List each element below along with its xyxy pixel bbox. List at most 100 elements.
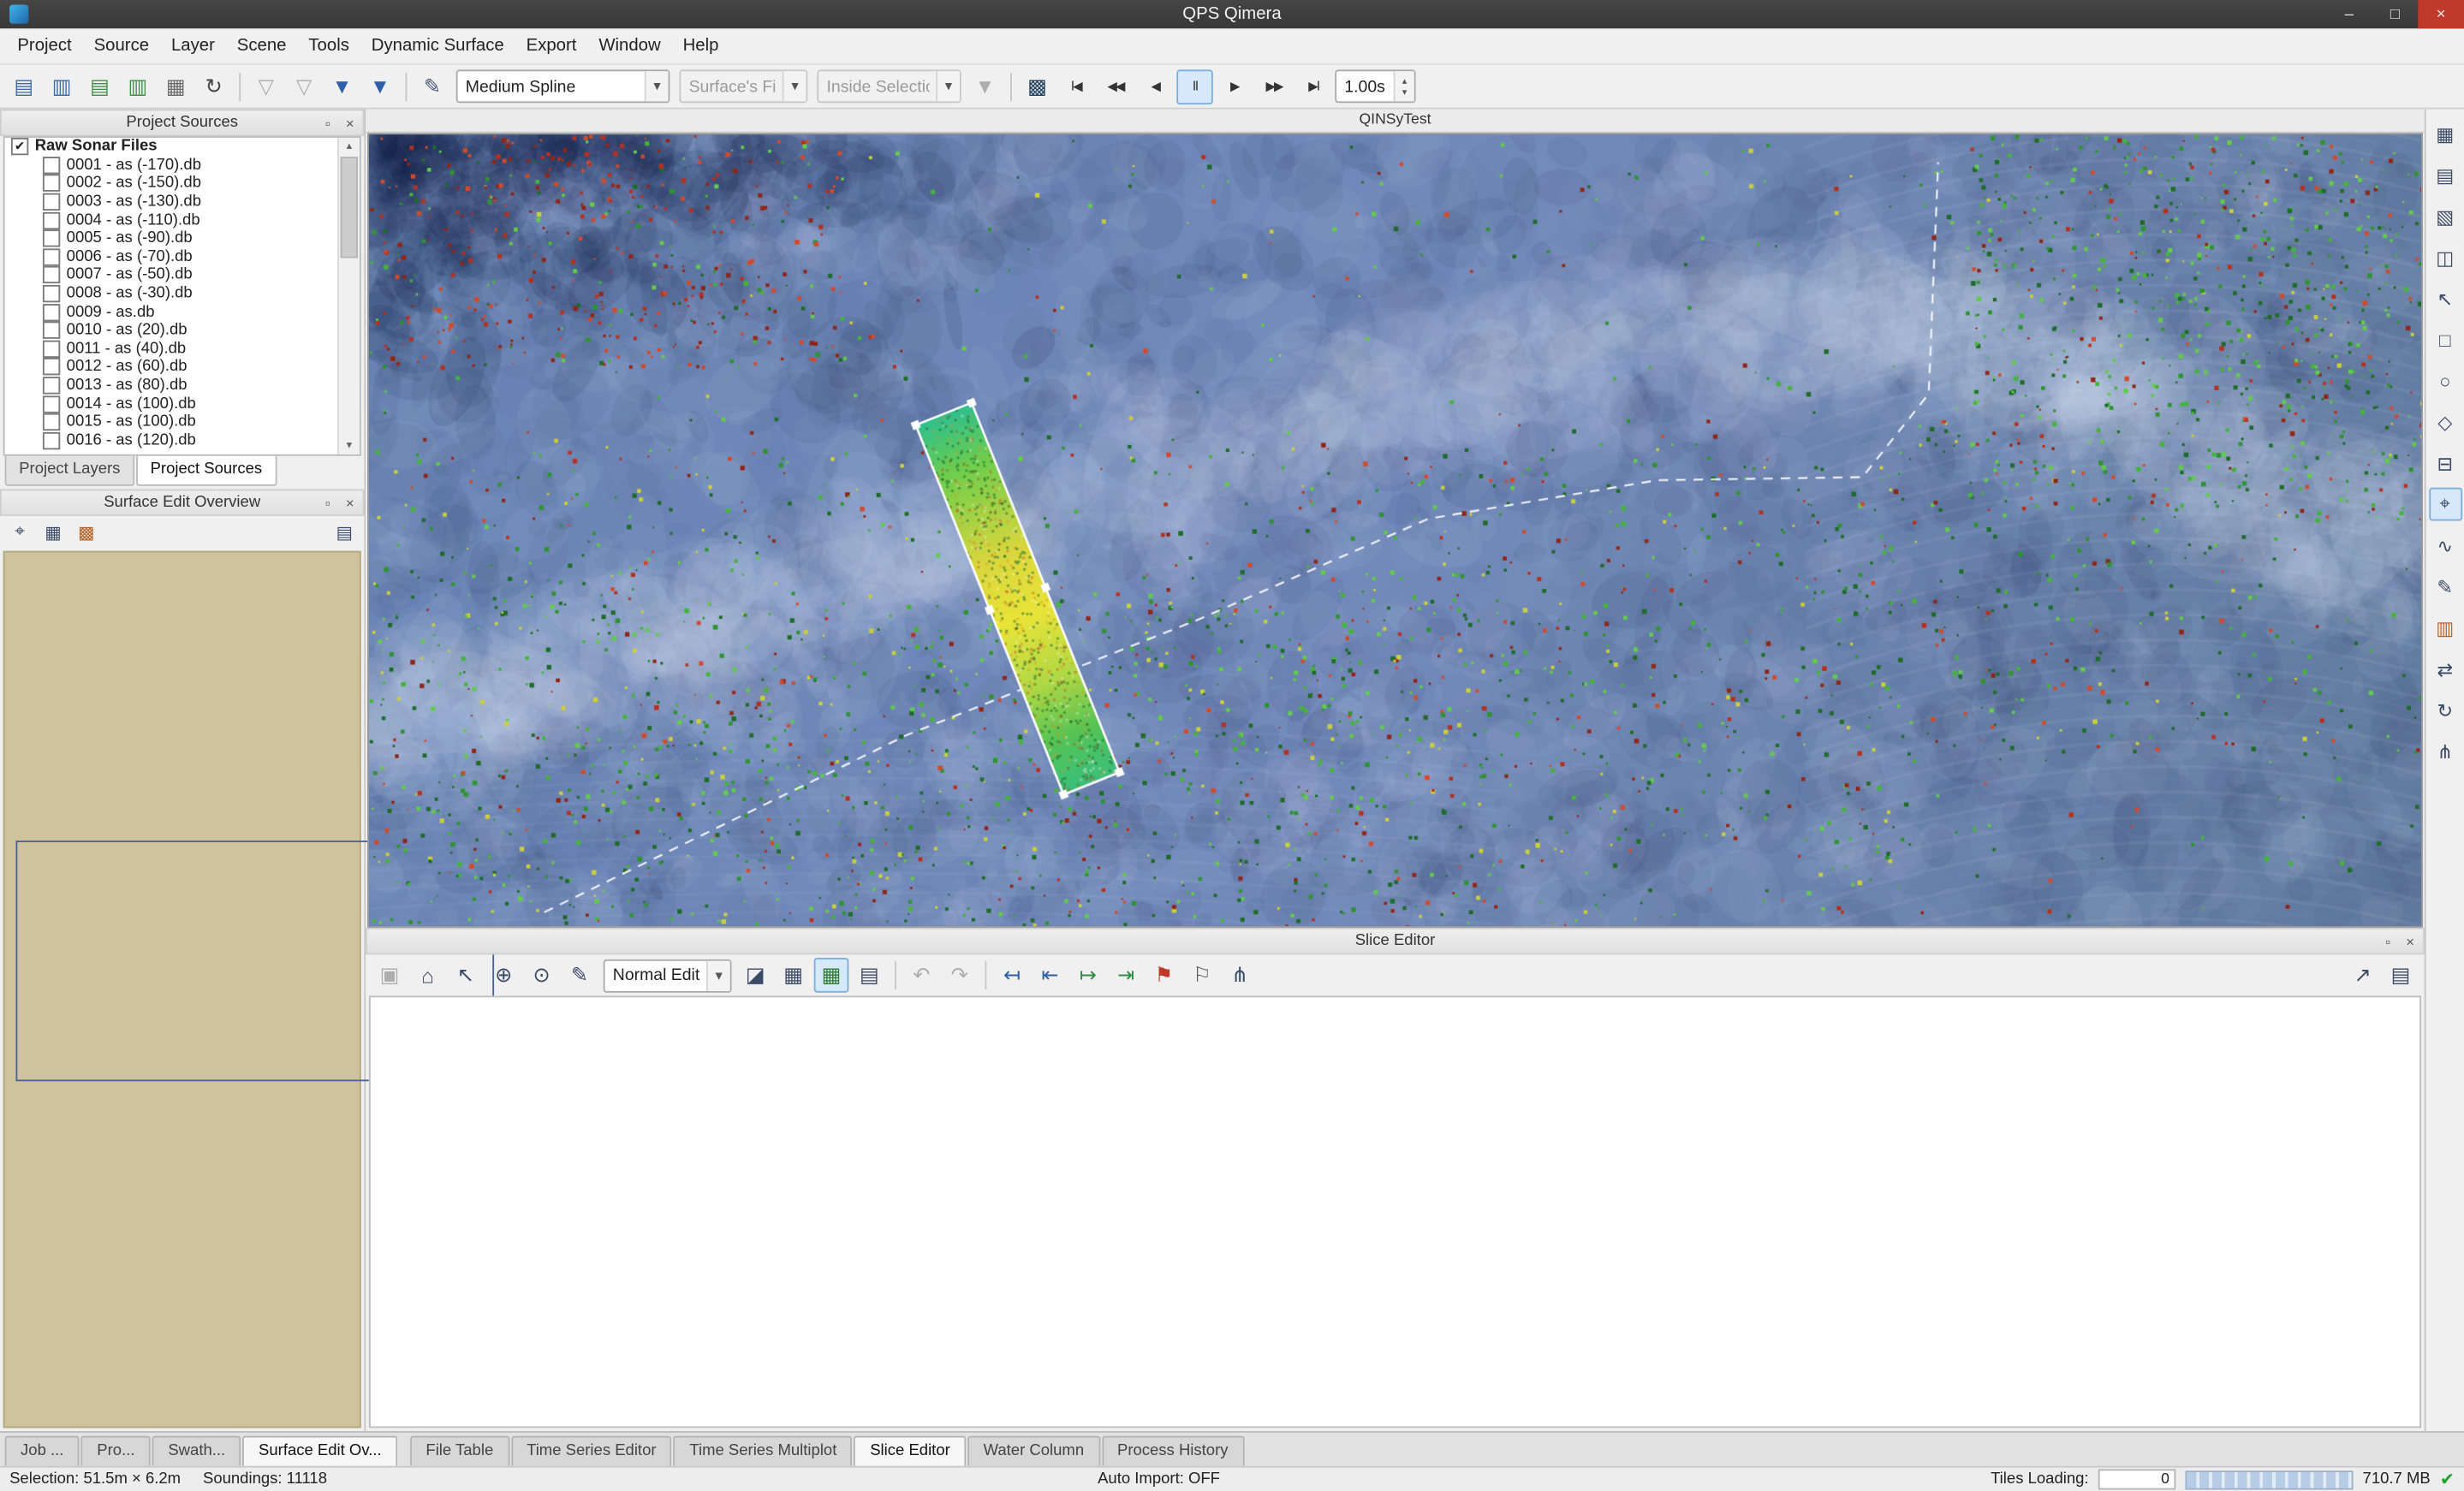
profile-chart-icon[interactable]: ∿ (2428, 529, 2461, 562)
eraser-icon[interactable]: ◪ (738, 958, 773, 993)
close-button[interactable]: × (2418, 0, 2464, 28)
scroll-down-icon[interactable]: ▼ (344, 437, 354, 454)
checkbox-unchecked[interactable] (43, 340, 60, 357)
tab-process-history[interactable]: Process History (1101, 1436, 1243, 1466)
scroll-up-icon[interactable]: ▲ (344, 138, 354, 155)
wobble-analysis-icon[interactable]: ▼ (324, 68, 360, 104)
tab-job[interactable]: Job ... (5, 1436, 80, 1466)
checkbox-unchecked[interactable] (43, 230, 60, 247)
measure-icon[interactable]: ✎ (2428, 570, 2461, 603)
menu-layer[interactable]: Layer (160, 32, 226, 60)
pause-button[interactable]: Ⅱ (1176, 68, 1213, 104)
menu-help[interactable]: Help (672, 32, 730, 60)
axis-3d-icon[interactable]: ⋔ (2428, 734, 2461, 768)
checkbox-unchecked[interactable] (43, 248, 60, 265)
tab-swath[interactable]: Swath... (152, 1436, 241, 1466)
map-canvas[interactable] (369, 134, 2421, 926)
menu-project[interactable]: Project (6, 32, 82, 60)
surface-edit-overview-area[interactable] (3, 551, 361, 1429)
spinner-arrows-icon[interactable]: ▴▾ (1394, 71, 1414, 101)
checkbox-unchecked[interactable] (43, 377, 60, 394)
checkbox-unchecked[interactable] (43, 395, 60, 413)
menu-source[interactable]: Source (83, 32, 160, 60)
colormap-icon[interactable]: ▥ (2428, 611, 2461, 645)
skip-to-end-button[interactable]: ▶Ⅰ (1295, 68, 1332, 104)
fast-rewind-button[interactable]: ◀◀ (1098, 68, 1134, 104)
tree-item[interactable]: 0007 - as (-50).db (5, 266, 360, 284)
measure-icon[interactable]: ✎ (562, 958, 598, 993)
tree-item[interactable]: 0001 - as (-170).db (5, 156, 360, 174)
maximize-button[interactable]: □ (2372, 0, 2419, 28)
replay-settings-icon[interactable]: ▩ (1020, 68, 1055, 104)
menu-dynamic-surface[interactable]: Dynamic Surface (360, 32, 515, 60)
filter-selection-select[interactable]: Inside Selection▾ (817, 69, 961, 103)
import-db-icon[interactable]: ▤ (82, 68, 117, 104)
menu-export[interactable]: Export (515, 32, 588, 60)
minimize-button[interactable]: – (2326, 0, 2372, 28)
checkbox-unchecked[interactable] (43, 193, 60, 211)
tree-item[interactable]: 0005 - as (-90).db (5, 229, 360, 247)
panel-menu-icon[interactable]: ▤ (2384, 958, 2419, 993)
tree-item[interactable]: 0013 - as (80).db (5, 377, 360, 395)
select-lasso-icon[interactable]: ○ (2428, 364, 2461, 397)
checkbox-unchecked[interactable] (43, 211, 60, 229)
replay-interval-spinner[interactable]: 1.00s▴▾ (1335, 69, 1415, 103)
float-icon[interactable]: ▫ (2378, 931, 2397, 950)
filter-plug-icon[interactable]: ⋔ (1223, 958, 1258, 993)
map-view[interactable] (367, 133, 2423, 928)
menu-tools[interactable]: Tools (297, 32, 360, 60)
prev-slice-end-icon[interactable]: ⇤ (1033, 958, 1068, 993)
select-polygon-icon[interactable]: ◇ (2428, 406, 2461, 439)
tab-time-series-editor[interactable]: Time Series Editor (511, 1436, 672, 1466)
checkbox-unchecked[interactable] (43, 267, 60, 284)
tree-item[interactable]: 0008 - as (-30).db (5, 284, 360, 302)
tree-root[interactable]: ✔Raw Sonar Files (5, 138, 360, 156)
float-icon[interactable]: ▫ (318, 493, 337, 512)
tab-pro[interactable]: Pro... (81, 1436, 151, 1466)
slice-select-icon[interactable]: ⌖ (2428, 488, 2461, 521)
fast-forward-button[interactable]: ▶▶ (1256, 68, 1293, 104)
redo-icon[interactable]: ↷ (943, 958, 978, 993)
tree-item[interactable]: 0011 - as (40).db (5, 340, 360, 358)
tree-item[interactable]: 0014 - as (100).db (5, 395, 360, 413)
tree-item[interactable]: 0009 - as.db (5, 303, 360, 321)
tab-file-table[interactable]: File Table (410, 1436, 509, 1466)
apply-filter-icon[interactable]: ▼ (967, 68, 1003, 104)
skip-to-start-button[interactable]: Ⅰ◀ (1058, 68, 1095, 104)
slice-chart-canvas[interactable] (371, 997, 846, 1234)
tab-project-sources[interactable]: Project Sources (136, 456, 277, 486)
checkbox-unchecked[interactable] (43, 285, 60, 302)
mesh-3d-icon[interactable]: ▧ (2428, 199, 2461, 233)
tree-item[interactable]: 0004 - as (-110).db (5, 211, 360, 229)
svp-editor-icon[interactable]: ▽ (248, 68, 283, 104)
panel-menu-icon[interactable]: ▤ (330, 517, 360, 547)
filter-scope-select[interactable]: Surface's Files▾ (679, 69, 807, 103)
step-back-button[interactable]: ◀ (1137, 68, 1174, 104)
reject-soundings-icon[interactable]: ▦ (776, 958, 811, 993)
tree-item[interactable]: 0010 - as (20).db (5, 321, 360, 339)
pointer-icon[interactable]: ↖ (2428, 282, 2461, 315)
play-button[interactable]: ▶ (1217, 68, 1253, 104)
tree-item[interactable]: 0015 - as (100).db (5, 413, 360, 431)
close-icon[interactable]: × (341, 493, 360, 512)
sync-views-icon[interactable]: ⇄ (2428, 652, 2461, 686)
tree-item[interactable]: 0002 - as (-150).db (5, 175, 360, 193)
reprocess-icon[interactable]: ↻ (196, 68, 231, 104)
tab-slice-editor[interactable]: Slice Editor (854, 1436, 967, 1466)
accept-soundings-icon[interactable]: ▦ (814, 958, 849, 993)
checkbox-unchecked[interactable] (43, 413, 60, 431)
next-slice-icon[interactable]: ↦ (1070, 958, 1105, 993)
float-icon[interactable]: ▫ (318, 113, 337, 132)
tree-item[interactable]: 0006 - as (-70).db (5, 248, 360, 266)
tree-item[interactable]: 0016 - as (120).db (5, 431, 360, 449)
checkbox-unchecked[interactable] (43, 175, 60, 192)
zoom-window-icon[interactable]: ⊙ (524, 958, 559, 993)
layers-icon[interactable]: ▤ (2428, 158, 2461, 192)
select-line-icon[interactable]: ⊟ (2428, 447, 2461, 480)
grid-options-icon[interactable]: ▤ (852, 958, 887, 993)
checkbox-unchecked[interactable] (43, 157, 60, 174)
edit-mode-select[interactable]: Normal Edit▾ (604, 959, 732, 992)
undo-icon[interactable]: ↶ (904, 958, 939, 993)
slice-chart[interactable] (369, 995, 2421, 1428)
tab-time-series-multiplot[interactable]: Time Series Multiplot (674, 1436, 853, 1466)
